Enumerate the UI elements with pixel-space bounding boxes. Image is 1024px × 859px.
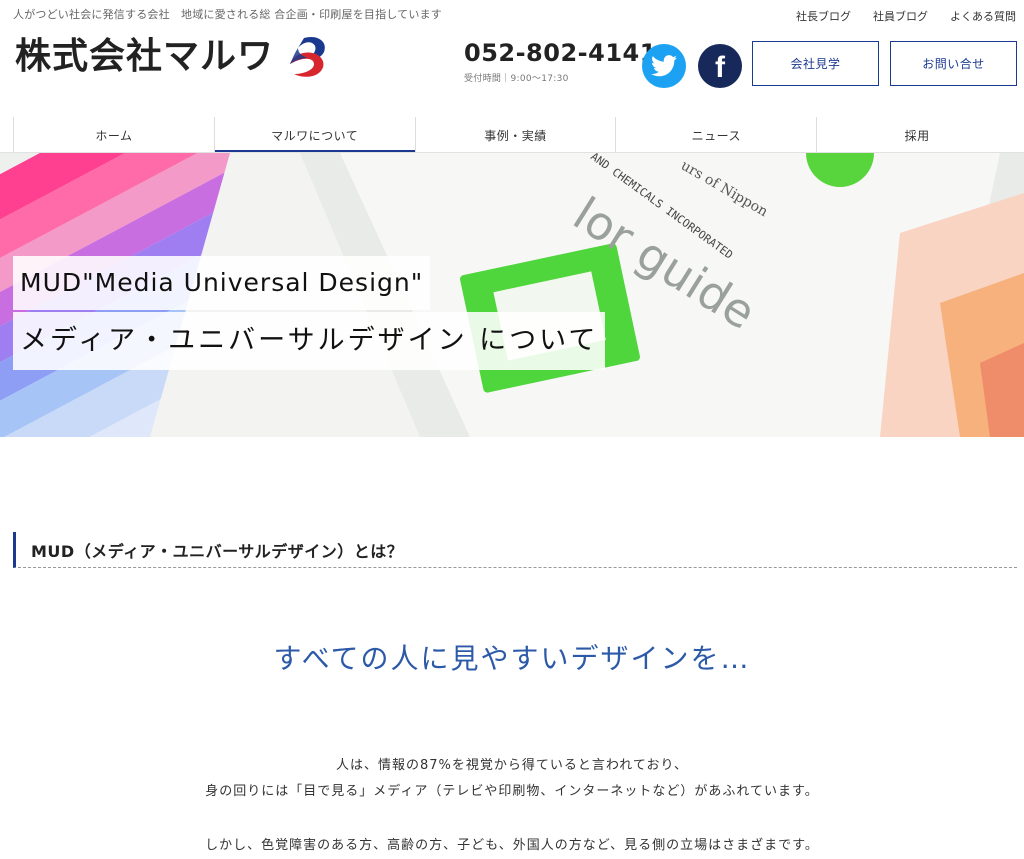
nav-item-about[interactable]: マルワについて <box>213 117 415 153</box>
staff-blog-link[interactable]: 社員ブログ <box>873 8 928 24</box>
lead-text: すべての人に見やすいデザインを… <box>273 642 751 675</box>
nav-item-news[interactable]: ニュース <box>615 117 816 153</box>
maruwa-logo-mark-icon <box>290 36 325 77</box>
contact-button[interactable]: お問い合せ <box>890 41 1017 86</box>
section-heading: MUD（メディア・ユニバーサルデザイン）とは？ <box>13 532 1017 568</box>
body-paragraph-1: 人は、情報の87%を視覚から得ていると言われており、 <box>336 758 688 773</box>
site-logo[interactable]: 株式会社マルワ <box>15 34 332 80</box>
president-blog-link[interactable]: 社長ブログ <box>796 8 851 24</box>
company-visit-button[interactable]: 会社見学 <box>752 41 879 86</box>
nav-item-recruit[interactable]: 採用 <box>816 117 1017 153</box>
body-paragraph-2: 身の回りには「目で見る」メディア（テレビや印刷物、インターネットなど）があふれて… <box>205 784 819 799</box>
global-nav: ホーム マルワについて 事例・実績 ニュース 採用 <box>13 117 1017 153</box>
hero-title-ja: メディア・ユニバーサルデザイン について <box>13 312 606 370</box>
phone-number[interactable]: 052-802-4141 <box>464 41 657 65</box>
nav-item-works[interactable]: 事例・実績 <box>414 117 616 153</box>
logo-text: 株式会社マルワ <box>15 36 275 77</box>
faq-link[interactable]: よくある質問 <box>950 8 1016 24</box>
hero-title-en: MUD"Media Universal Design" <box>13 256 431 310</box>
body-paragraph-3: しかし、色覚障害のある方、高齢の方、子ども、外国人の方など、見る側の立場はさまざ… <box>205 838 819 853</box>
site-tagline: 人がつどい社会に発信する会社 地域に愛される総 合企画・印刷屋を目指しています <box>13 8 442 21</box>
business-hours: 受付時間｜9:00〜17:30 <box>464 74 569 84</box>
twitter-icon <box>651 55 677 77</box>
twitter-button[interactable] <box>642 44 686 88</box>
top-links: 社長ブログ 社員ブログ よくある質問 <box>796 8 1016 24</box>
nav-item-home[interactable]: ホーム <box>13 117 214 153</box>
facebook-icon: f <box>715 51 725 84</box>
facebook-button[interactable]: f <box>698 44 742 88</box>
phone-info: 052-802-4141 受付時間｜9:00〜17:30 <box>464 41 657 84</box>
hero-banner: lor guide AND CHEMICALS INCORPORATED urs… <box>0 153 1024 437</box>
